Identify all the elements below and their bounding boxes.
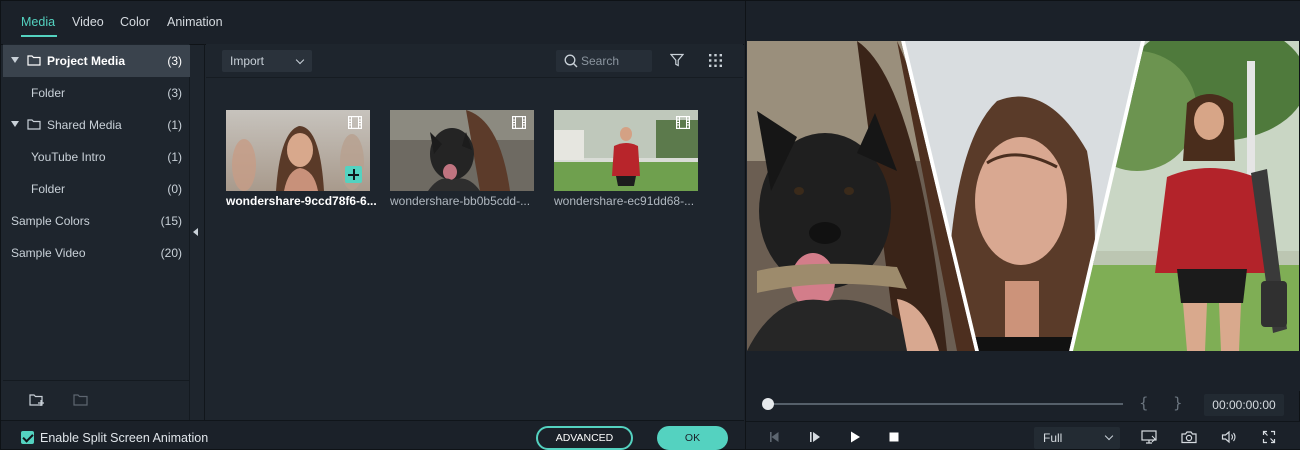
sidebar-item-project-media[interactable]: Project Media (3): [3, 45, 190, 77]
sidebar-item-sample-video[interactable]: Sample Video (20): [3, 237, 190, 269]
expand-caret-icon[interactable]: [11, 57, 19, 63]
advanced-button[interactable]: ADVANCED: [536, 426, 633, 450]
sidebar-item-count: (3): [167, 54, 182, 68]
next-frame-icon[interactable]: [808, 430, 822, 444]
sidebar-item-label: Project Media: [47, 54, 126, 68]
sidebar-item-label: Sample Colors: [11, 214, 90, 228]
sidebar-item-shared-media[interactable]: Shared Media (1): [3, 109, 190, 141]
sidebar-item-count: (20): [160, 246, 182, 260]
new-folder-icon[interactable]: [29, 393, 45, 407]
preview-zoom-value: Full: [1043, 431, 1063, 445]
preview-spacer: [746, 351, 1300, 391]
sidebar-item-label: Shared Media: [47, 118, 122, 132]
video-clip-icon: [348, 116, 362, 129]
media-thumbnail-name: wondershare-ec91dd68-...: [554, 194, 695, 208]
active-tab-indicator: [21, 35, 57, 37]
folder-icon: [27, 55, 41, 66]
import-dropdown[interactable]: Import: [222, 50, 312, 72]
split-screen-bottom-bar: Enable Split Screen Animation ADVANCED O…: [1, 420, 744, 450]
split-screen-preview[interactable]: [747, 41, 1299, 351]
stop-icon[interactable]: [887, 430, 901, 444]
sidebar-item-label: Folder: [31, 182, 66, 196]
media-toolbar: Import: [206, 44, 743, 78]
tab-color[interactable]: Color: [120, 15, 150, 29]
sidebar-item-label: YouTube Intro: [31, 150, 106, 164]
search-icon: [564, 54, 578, 68]
filter-icon[interactable]: [670, 53, 684, 67]
media-thumbnail[interactable]: [390, 110, 534, 191]
media-thumbnail-name: wondershare-bb0b5cdd-...: [390, 194, 531, 208]
tab-media[interactable]: Media: [21, 15, 55, 29]
panel-divider: [204, 44, 205, 420]
media-thumbnail[interactable]: [554, 110, 698, 191]
volume-icon[interactable]: [1221, 430, 1237, 444]
tab-animation[interactable]: Animation: [167, 15, 223, 29]
chevron-down-icon: [295, 55, 305, 65]
folder-icon: [27, 119, 41, 130]
playback-controls: Full: [746, 421, 1300, 449]
playback-scrubber-handle[interactable]: [762, 398, 774, 410]
video-clip-icon: [676, 116, 690, 129]
sidebar-item-count: (3): [167, 86, 182, 100]
preview-zoom-dropdown[interactable]: Full: [1034, 427, 1120, 449]
preview-header: [746, 1, 1300, 41]
mark-in-button[interactable]: {: [1139, 394, 1149, 412]
playback-progress-track[interactable]: [769, 403, 1123, 405]
sidebar-item-folder[interactable]: Folder (3): [3, 77, 190, 109]
video-clip-icon: [512, 116, 526, 129]
sidebar-item-label: Sample Video: [11, 246, 86, 260]
previous-frame-icon[interactable]: [768, 430, 782, 444]
timecode-display: 00:00:00:00: [1204, 394, 1284, 416]
mark-out-button[interactable]: }: [1173, 394, 1183, 412]
checkbox-label: Enable Split Screen Animation: [40, 431, 209, 445]
sidebar-item-count: (15): [160, 214, 182, 228]
tab-video[interactable]: Video: [72, 15, 104, 29]
sidebar-footer: [3, 380, 190, 420]
grid-view-icon[interactable]: [709, 54, 723, 68]
enable-split-screen-animation-checkbox[interactable]: [21, 431, 34, 444]
media-library-sidebar: Project Media (3) Folder (3) Shared Medi…: [3, 44, 190, 420]
sidebar-item-folder-2[interactable]: Folder (0): [3, 173, 190, 205]
add-to-split-icon[interactable]: [345, 166, 362, 183]
search-box[interactable]: [556, 50, 652, 72]
preview-panel: { } 00:00:00:00 Full: [745, 1, 1300, 449]
split-screen-preview-image: [747, 41, 1299, 351]
import-label: Import: [230, 54, 265, 68]
expand-caret-icon[interactable]: [11, 121, 19, 127]
sidebar-item-count: (1): [167, 150, 182, 164]
sidebar-item-count: (1): [167, 118, 182, 132]
snapshot-camera-icon[interactable]: [1181, 430, 1197, 444]
sidebar-item-label: Folder: [31, 86, 66, 100]
search-input[interactable]: [581, 53, 647, 69]
collapse-sidebar-arrow-icon[interactable]: [193, 228, 198, 236]
sidebar-item-count: (0): [167, 182, 182, 196]
folder-outline-icon[interactable]: [73, 393, 89, 407]
media-thumbnail[interactable]: [226, 110, 370, 191]
ok-button[interactable]: OK: [657, 426, 728, 450]
fullscreen-icon[interactable]: [1262, 430, 1276, 444]
tab-bar: Media Video Color Animation: [1, 1, 744, 45]
sidebar-item-sample-colors[interactable]: Sample Colors (15): [3, 205, 190, 237]
media-content-area: Import Search wondershare-9ccd78f6-6... …: [206, 44, 743, 420]
chevron-down-icon: [1104, 431, 1114, 441]
display-settings-icon[interactable]: [1141, 430, 1157, 444]
sidebar-item-youtube-intro[interactable]: YouTube Intro (1): [3, 141, 190, 173]
media-thumbnail-name: wondershare-9ccd78f6-6...: [226, 194, 376, 208]
play-icon[interactable]: [848, 430, 862, 444]
